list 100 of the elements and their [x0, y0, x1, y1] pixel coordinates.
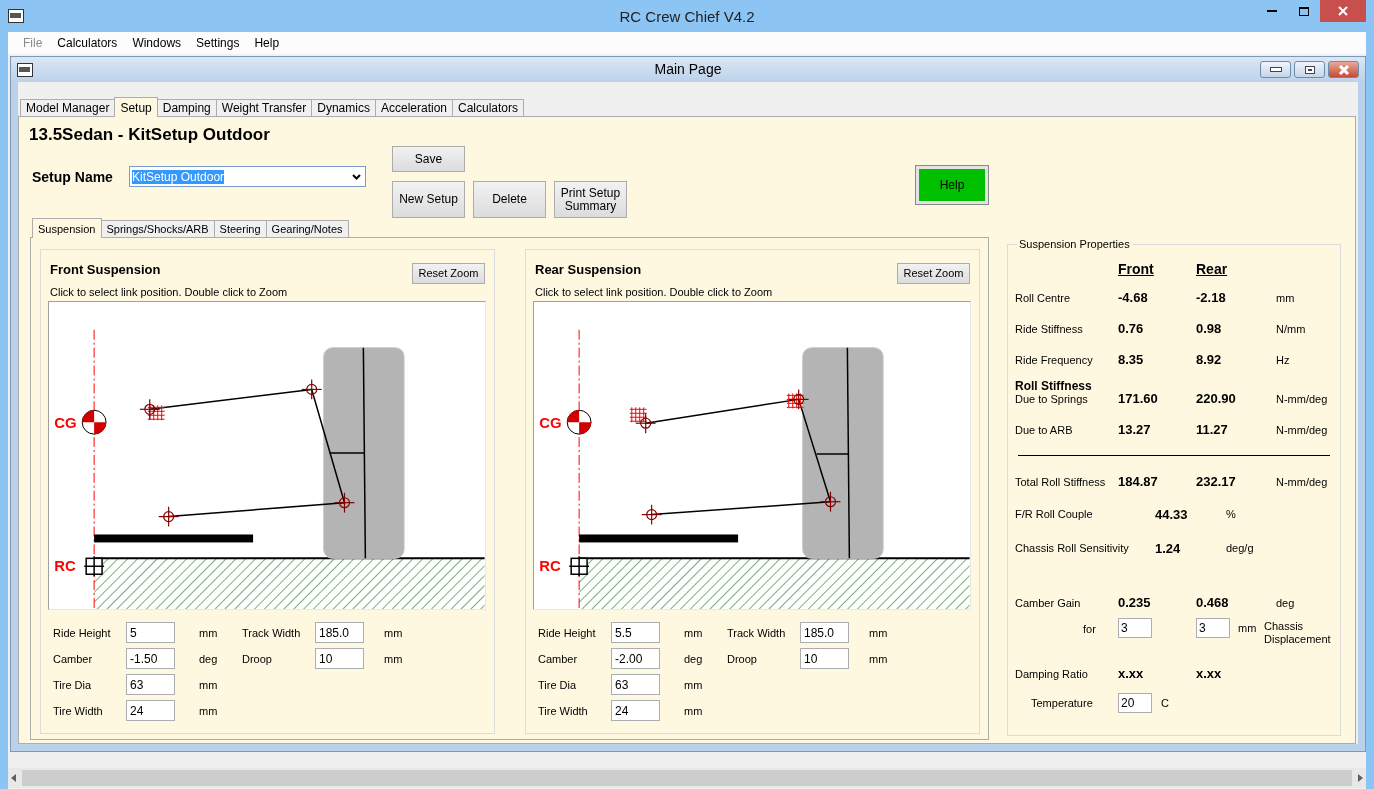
cg-label: CG	[54, 415, 77, 432]
cg-label: CG	[539, 415, 562, 432]
value-field[interactable]: 24	[126, 700, 175, 721]
value-field[interactable]: 5	[126, 622, 175, 643]
property-label: Camber Gain	[1015, 596, 1082, 609]
front-value: x.xx	[1118, 666, 1145, 681]
value-field[interactable]: -2.00	[611, 648, 660, 669]
rear-value: x.xx	[1196, 666, 1223, 681]
app-icon	[17, 62, 33, 77]
unit-label: Hz	[1276, 353, 1291, 366]
unit-label: deg	[198, 652, 219, 665]
minimize-icon	[1269, 67, 1282, 72]
unit-label: N/mm	[1276, 322, 1307, 335]
tab[interactable]: Gearing/Notes	[265, 220, 349, 238]
front-value: 171.60	[1118, 391, 1159, 406]
front-value: -4.68	[1118, 290, 1149, 305]
reset-zoom-button[interactable]: Reset Zoom	[412, 263, 485, 284]
suspension-diagram[interactable]: CG RC	[533, 301, 971, 610]
suspension-diagram[interactable]: CG RC	[48, 301, 486, 610]
tab[interactable]: Springs/Shocks/ARB	[100, 220, 215, 238]
tab[interactable]: Setup	[114, 97, 158, 117]
temperature-input[interactable]: 20	[1118, 693, 1152, 713]
scrollbar-thumb[interactable]	[22, 770, 1352, 786]
field-label: Camber	[538, 652, 579, 665]
rear-value: 0.468	[1196, 595, 1230, 610]
help-button[interactable]: Help	[916, 166, 988, 204]
document-title: Main Page	[654, 61, 722, 77]
rear-value: 232.17	[1196, 474, 1237, 489]
menu-item[interactable]: Settings	[189, 36, 248, 50]
field-label: Setup Name	[32, 168, 114, 185]
value-field[interactable]: 10	[315, 648, 364, 669]
value-field[interactable]: 24	[611, 700, 660, 721]
minimize-button[interactable]	[1260, 61, 1291, 78]
save-button[interactable]: Save	[392, 146, 465, 172]
maximize-icon	[1299, 6, 1309, 16]
wheel-and-links-drawing[interactable]	[629, 346, 884, 560]
property-value: 44.33	[1155, 506, 1189, 522]
unit-label: mm	[198, 678, 219, 691]
setup-title: 13.5Sedan - KitSetup Outdoor	[29, 125, 271, 145]
property-value: 1.24	[1155, 540, 1182, 556]
wheel-and-links-drawing[interactable]	[139, 346, 405, 560]
unit-label: %	[1226, 508, 1236, 520]
unit-label: N-mm/deg	[1276, 392, 1329, 405]
front-value: 0.235	[1118, 595, 1152, 610]
centre-of-gravity-icon	[81, 409, 107, 435]
scroll-left-icon[interactable]	[10, 774, 18, 782]
horizontal-scrollbar[interactable]	[8, 768, 1366, 788]
new-setup-button[interactable]: New Setup	[392, 181, 465, 218]
menu-item[interactable]: Calculators	[50, 36, 126, 50]
restore-button[interactable]	[1294, 61, 1325, 78]
field-label: Track Width	[242, 626, 302, 639]
tab[interactable]: Model Manager	[20, 99, 116, 117]
field-label: Tire Dia	[53, 678, 93, 691]
field-label: Ride Height	[538, 626, 597, 639]
value-field[interactable]: 63	[611, 674, 660, 695]
unit-label: mm	[683, 626, 704, 639]
window-title: RC Crew Chief V4.2	[619, 8, 755, 25]
group-title: Front Suspension	[50, 262, 161, 277]
restore-icon	[1304, 65, 1315, 74]
roll-centre-icon	[83, 555, 105, 577]
value-field[interactable]: -1.50	[126, 648, 175, 669]
delete-button[interactable]: Delete	[473, 181, 546, 218]
property-label: Ride Frequency	[1015, 353, 1094, 366]
unit-label: N-mm/deg	[1276, 475, 1329, 488]
tab[interactable]: Weight Transfer	[215, 99, 313, 117]
app-icon	[8, 9, 24, 23]
reset-zoom-button[interactable]: Reset Zoom	[897, 263, 970, 284]
tab[interactable]: Calculators	[452, 99, 525, 117]
unit-label: deg	[1276, 596, 1296, 609]
unit-label: deg	[683, 652, 704, 665]
front-input[interactable]: 3	[1118, 618, 1152, 638]
menu-item[interactable]: Help	[247, 36, 288, 50]
group-title: Suspension Properties	[1018, 238, 1131, 250]
rear-value: 0.98	[1196, 321, 1223, 336]
rear-input[interactable]: 3	[1196, 618, 1230, 638]
property-label: Due to ARB	[1015, 423, 1074, 436]
tab[interactable]: Steering	[213, 220, 267, 238]
value-field[interactable]: 185.0	[315, 622, 364, 643]
menu-item[interactable]: Windows	[125, 36, 190, 50]
column-header: Rear	[1196, 261, 1229, 277]
scroll-right-icon[interactable]	[1356, 774, 1364, 782]
minimize-icon	[1267, 10, 1277, 12]
value-field[interactable]: 185.0	[800, 622, 849, 643]
property-label: Chassis Roll Sensitivity	[1015, 542, 1130, 554]
close-button[interactable]	[1328, 61, 1359, 78]
tab[interactable]: Damping	[156, 99, 217, 117]
rc-label: RC	[54, 558, 76, 575]
tab[interactable]: Suspension	[32, 218, 102, 238]
value-field[interactable]: 10	[800, 648, 849, 669]
unit-label: N-mm/deg	[1276, 423, 1329, 436]
tab[interactable]: Dynamics	[311, 99, 376, 117]
unit-label: mm	[868, 652, 889, 665]
property-label: Temperature	[1030, 697, 1094, 709]
print-summary-button[interactable]: Print Setup Summary	[554, 181, 627, 218]
close-button[interactable]	[1320, 0, 1366, 22]
close-icon	[1337, 64, 1350, 75]
value-field[interactable]: 63	[126, 674, 175, 695]
value-field[interactable]: 5.5	[611, 622, 660, 643]
unit-label: mm	[383, 626, 404, 639]
unit-label: mm	[383, 652, 404, 665]
